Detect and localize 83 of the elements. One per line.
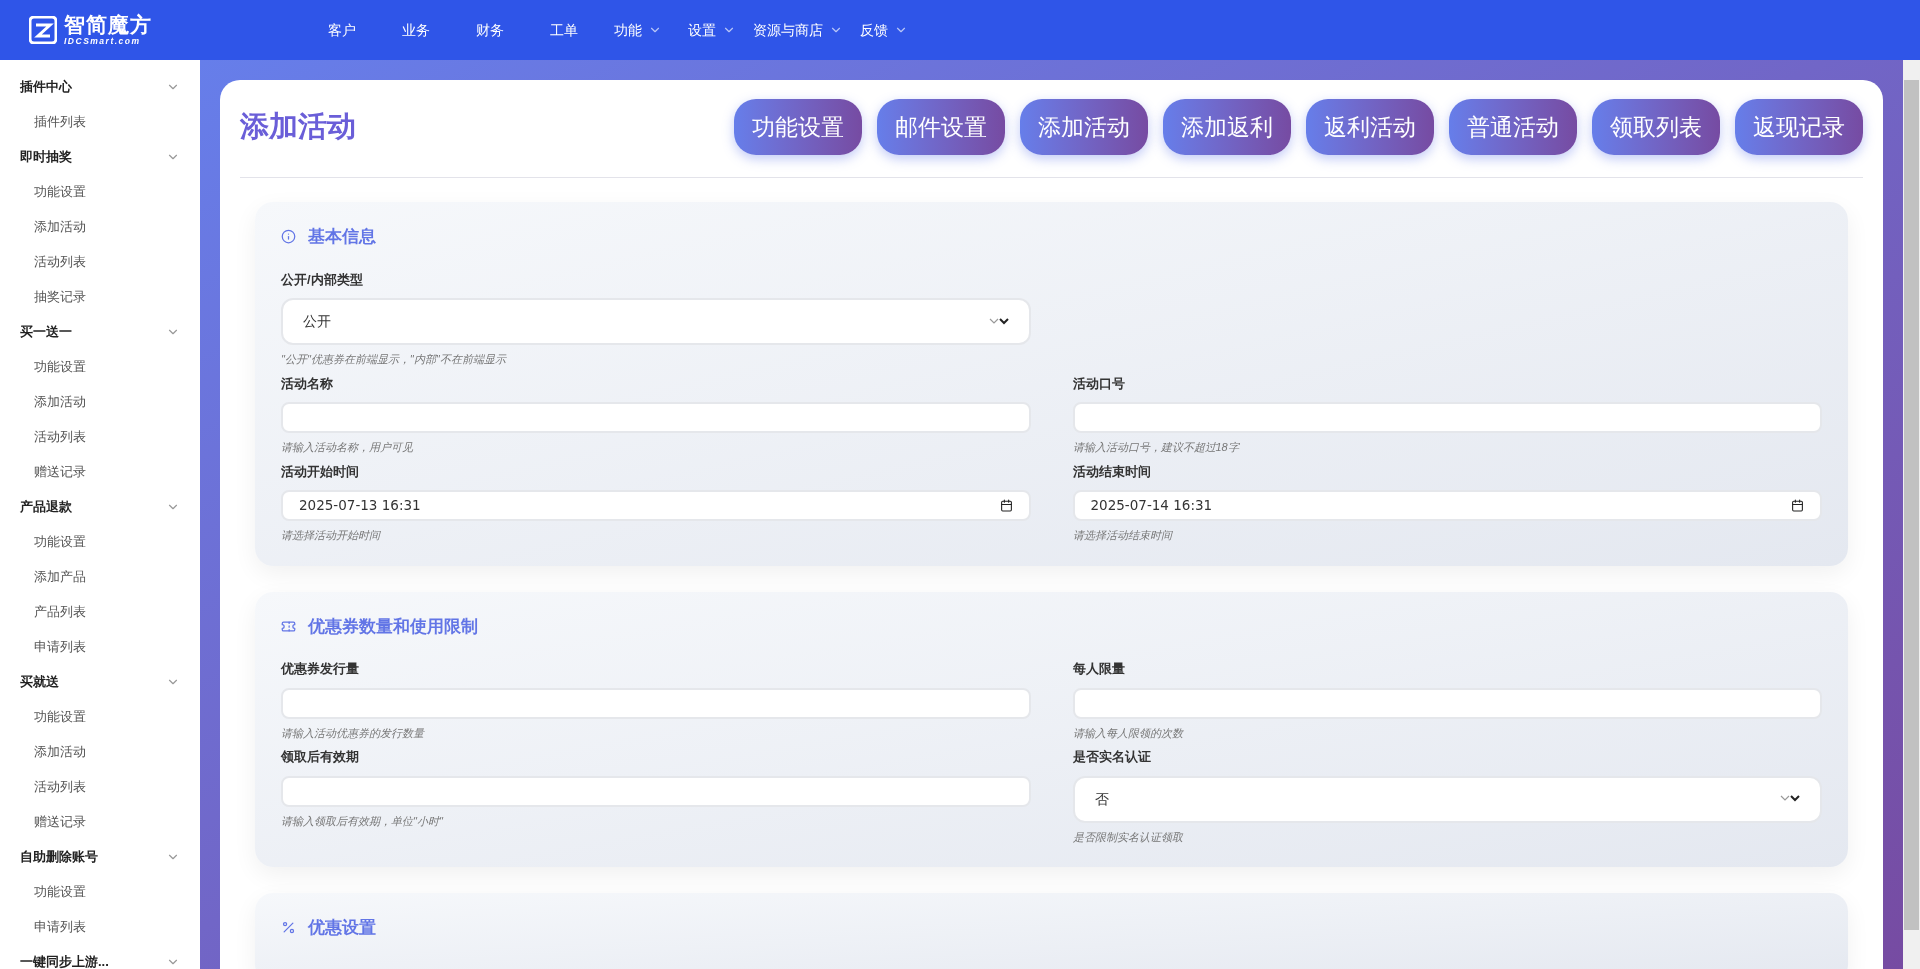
logo-icon <box>29 16 57 44</box>
input-field[interactable] <box>281 402 1031 433</box>
page-title: 添加活动 <box>240 109 356 145</box>
sidebar-item[interactable]: 抽奖记录 <box>0 279 200 314</box>
input-field[interactable] <box>1072 402 1822 433</box>
select-field[interactable]: 公开 <box>281 298 1031 345</box>
field-label: 活动口号 <box>1072 374 1126 393</box>
nav-link[interactable]: 工单 <box>527 19 601 41</box>
section-title: 优惠设置 <box>308 917 376 939</box>
input-field[interactable] <box>1072 687 1822 719</box>
nav-link[interactable]: 业务 <box>379 19 453 41</box>
sidebar-item[interactable]: 添加活动 <box>0 734 200 769</box>
sidebar-item[interactable]: 插件列表 <box>0 104 200 139</box>
sidebar-item[interactable]: 功能设置 <box>0 174 200 209</box>
field-label: 活动名称 <box>281 374 334 393</box>
field-hint: 是否限制实名认证领取 <box>1072 829 1184 845</box>
sidebar-item[interactable]: 赠送记录 <box>0 804 200 839</box>
sidebar-item[interactable]: 活动列表 <box>0 419 200 454</box>
field-label: 活动结束时间 <box>1072 462 1152 481</box>
sidebar-item[interactable]: 申请列表 <box>0 909 200 944</box>
field-hint: 请选择活动开始时间 <box>281 528 382 543</box>
header-button[interactable]: 功能设置 <box>734 99 862 155</box>
field-label: 公开/内部类型 <box>281 270 364 289</box>
input-field[interactable] <box>281 687 1031 719</box>
field-hint: 请选择活动结束时间 <box>1072 528 1174 543</box>
brand-domain: IDCSmart.com <box>64 37 142 46</box>
field-hint: "公开"优惠券在前端显示，"内部"不在前端显示 <box>281 352 508 367</box>
section-icon <box>281 618 296 634</box>
section-title: 基本信息 <box>308 226 376 248</box>
section-icon <box>281 920 296 936</box>
datetime-field[interactable]: 2025-07-14 16:31 <box>1072 490 1822 521</box>
sidebar-group[interactable]: 插件中心 <box>0 69 200 104</box>
nav-link[interactable]: 客户 <box>305 19 379 41</box>
header-button[interactable]: 返利活动 <box>1306 99 1434 155</box>
field-label: 优惠券发行量 <box>281 660 360 678</box>
sidebar-item[interactable]: 添加活动 <box>0 384 200 419</box>
field-hint: 请输入活动名称，用户可见 <box>281 440 414 455</box>
field-hint: 请输入活动优惠券的发行数量 <box>281 725 426 741</box>
sidebar-item[interactable]: 活动列表 <box>0 244 200 279</box>
sidebar-item[interactable]: 申请列表 <box>0 629 200 664</box>
nav-link[interactable]: 资源与商店 <box>749 19 847 41</box>
field-hint: 请输入领取后有效期，单位"小时" <box>281 813 445 829</box>
sidebar-item[interactable]: 产品列表 <box>0 594 200 629</box>
dropdown-icon <box>988 316 1009 327</box>
field-hint: 请输入活动口号，建议不超过18字 <box>1072 440 1241 455</box>
section-icon <box>281 229 296 245</box>
nav-link[interactable]: 反馈 <box>847 19 921 41</box>
calendar-icon <box>999 499 1013 512</box>
sidebar-item[interactable]: 功能设置 <box>0 349 200 384</box>
dropdown-icon <box>1780 794 1800 804</box>
section-title: 优惠券数量和使用限制 <box>308 615 478 638</box>
select-field[interactable]: 否 <box>1072 775 1822 823</box>
sidebar-item[interactable]: 功能设置 <box>0 874 200 909</box>
header-button[interactable]: 返现记录 <box>1735 99 1863 155</box>
header-button[interactable]: 添加活动 <box>1020 99 1148 155</box>
sidebar-group[interactable]: 自助删除账号 <box>0 839 200 874</box>
field-hint: 请输入每人限领的次数 <box>1072 725 1185 741</box>
field-label: 是否实名认证 <box>1072 748 1152 766</box>
calendar-icon <box>1791 499 1804 512</box>
sidebar-item[interactable]: 添加活动 <box>0 209 200 244</box>
input-field[interactable] <box>281 775 1031 807</box>
nav-link[interactable]: 财务 <box>453 19 527 41</box>
sidebar-group[interactable]: 即时抽奖 <box>0 139 200 174</box>
sidebar-group[interactable]: 产品退款 <box>0 489 200 524</box>
field-label: 领取后有效期 <box>281 748 360 766</box>
sidebar-item[interactable]: 功能设置 <box>0 524 200 559</box>
field-label: 活动开始时间 <box>281 462 360 481</box>
brand-name: 智简魔方 <box>64 14 153 36</box>
header-button[interactable]: 普通活动 <box>1449 99 1577 155</box>
sidebar-group[interactable]: 买就送 <box>0 664 200 699</box>
sidebar-group[interactable]: 一键同步上游... <box>0 944 200 969</box>
sidebar-item[interactable]: 功能设置 <box>0 699 200 734</box>
field-label: 每人限量 <box>1072 660 1126 678</box>
nav-link[interactable]: 设置 <box>675 19 749 41</box>
datetime-field[interactable]: 2025-07-13 16:31 <box>281 490 1031 521</box>
sidebar-group[interactable]: 买一送一 <box>0 314 200 349</box>
sidebar-item[interactable]: 活动列表 <box>0 769 200 804</box>
nav-link[interactable]: 功能 <box>601 19 675 41</box>
sidebar-item[interactable]: 添加产品 <box>0 559 200 594</box>
sidebar-item[interactable]: 赠送记录 <box>0 454 200 489</box>
header-button[interactable]: 邮件设置 <box>877 99 1005 155</box>
header-button[interactable]: 领取列表 <box>1592 99 1720 155</box>
header-button[interactable]: 添加返利 <box>1163 99 1291 155</box>
